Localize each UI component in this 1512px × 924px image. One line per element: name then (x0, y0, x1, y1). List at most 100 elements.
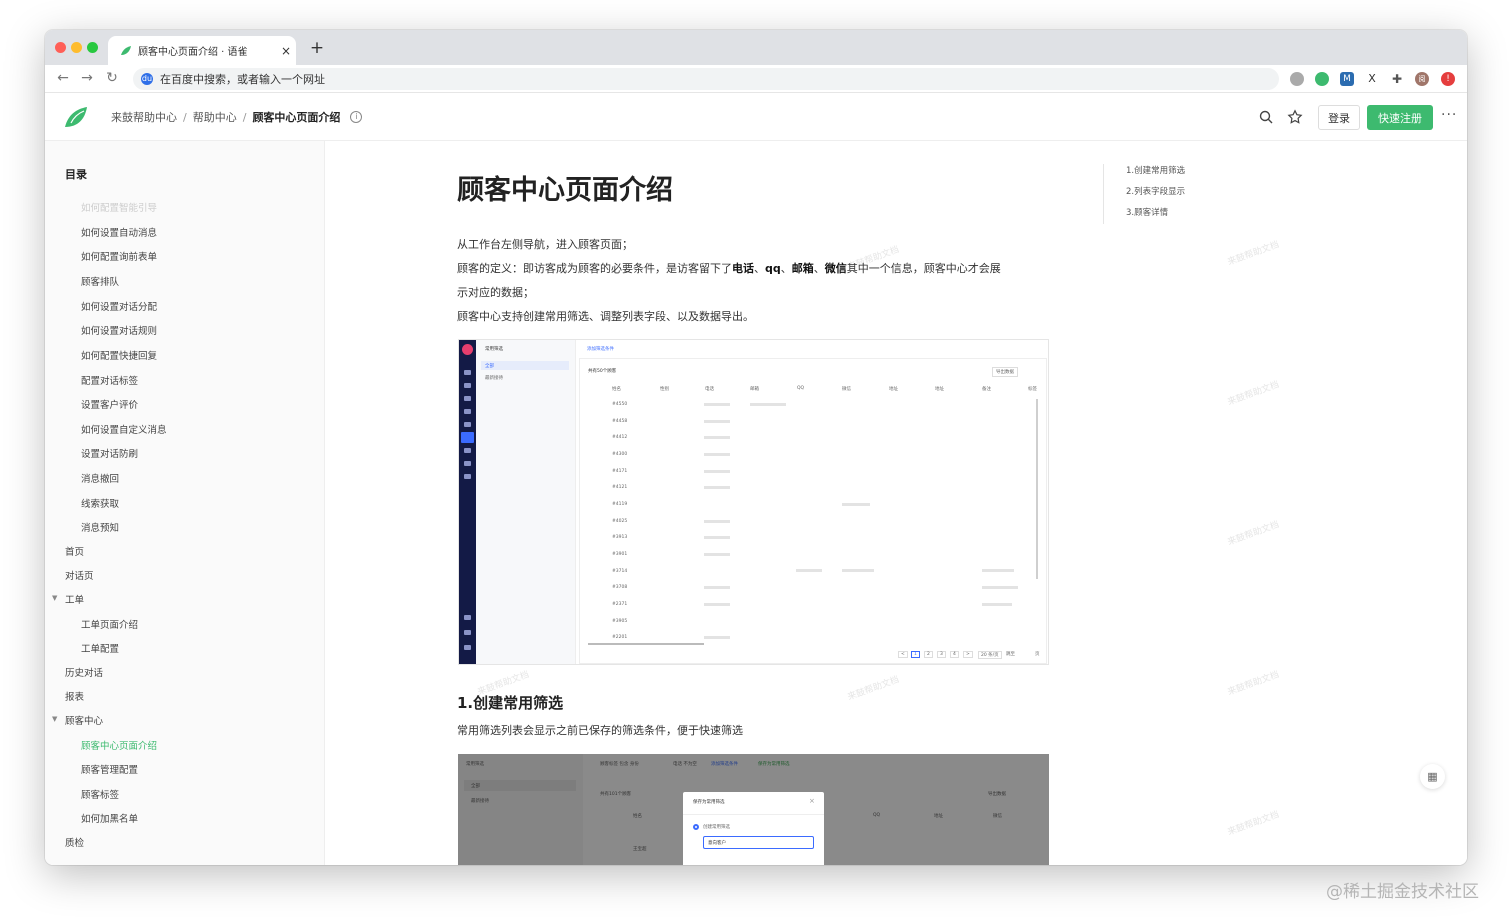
address-placeholder: 在百度中搜索，或者输入一个网址 (160, 73, 325, 86)
blurred-cell (704, 436, 730, 439)
search-icon[interactable] (1258, 109, 1274, 125)
rail-icon (464, 396, 471, 401)
watermark: 来鼓帮助文档 (1226, 809, 1281, 838)
watermark: 来鼓帮助文档 (846, 674, 901, 703)
caret-down-icon[interactable]: ▼ (52, 715, 57, 723)
outline-item[interactable]: 1.创建常用筛选 (1126, 164, 1185, 176)
page-size-select: 20 条/页 (978, 651, 1002, 659)
sidebar-item[interactable]: 质检 (65, 835, 84, 849)
sidebar-item[interactable]: 如何配置快捷回复 (81, 348, 157, 362)
rail-icon (464, 615, 471, 620)
sidebar-item[interactable]: 线索获取 (81, 496, 119, 510)
column-header: 地址 (934, 814, 943, 819)
sidebar-item[interactable]: 如何加黑名单 (81, 811, 138, 825)
panel-item: 最新接待 (471, 799, 489, 804)
blurred-cell (982, 603, 1012, 606)
blurred-cell (704, 403, 730, 406)
star-icon[interactable] (1287, 109, 1303, 125)
close-window-button[interactable] (55, 42, 66, 53)
sidebar-item[interactable]: 顾客排队 (81, 274, 119, 288)
row-id: #4025 (612, 519, 628, 524)
panel-selected-bg (464, 780, 576, 791)
sidebar-item-active[interactable]: 顾客中心页面介绍 (81, 738, 157, 752)
section-heading: 1.创建常用筛选 (457, 694, 564, 712)
sidebar-item[interactable]: 对话页 (65, 568, 94, 582)
reload-icon[interactable]: ↻ (104, 70, 120, 86)
rail-icon (464, 630, 471, 635)
sidebar-item[interactable]: 如何设置自动消息 (81, 225, 157, 239)
row-id: #4550 (612, 402, 628, 407)
sidebar-item[interactable]: 历史对话 (65, 665, 103, 679)
paragraph: 常用筛选列表会显示之前已保存的筛选条件，便于快速筛选 (457, 724, 743, 737)
new-tab-button[interactable]: + (307, 38, 327, 58)
save-filter-modal: 保存为常用筛选 × 创建常用筛选 意向客户 (683, 792, 824, 865)
outline-item[interactable]: 2.列表字段显示 (1126, 185, 1185, 197)
panel-title: 常用筛选 (485, 347, 503, 352)
sidebar-item[interactable]: 配置对话标签 (81, 373, 138, 387)
sidebar-item[interactable]: 工单页面介绍 (81, 617, 138, 631)
text: 顾客的定义：即访客成为顾客的必要条件，是访客留下了 (457, 262, 732, 275)
sidebar-item[interactable]: 如何设置自定义消息 (81, 422, 167, 436)
sidebar-item[interactable]: 如何设置对话规则 (81, 323, 157, 337)
qr-code-icon[interactable]: ▦ (1420, 764, 1445, 789)
tab-close-icon[interactable]: × (276, 44, 296, 58)
address-bar[interactable]: du 在百度中搜索，或者输入一个网址 (133, 68, 1279, 90)
paragraph: 顾客的定义：即访客成为顾客的必要条件，是访客留下了电话、qq、邮箱、微信其中一个… (457, 260, 1001, 276)
forward-icon[interactable]: → (79, 70, 95, 86)
blurred-cell (750, 403, 786, 406)
minimize-window-button[interactable] (71, 42, 82, 53)
extension-2-icon[interactable] (1315, 72, 1329, 86)
sidebar-item[interactable]: 顾客管理配置 (81, 762, 138, 776)
row-id: #4119 (612, 502, 628, 507)
rail-icon (464, 409, 471, 414)
browser-tab[interactable]: 顾客中心页面介绍 · 语雀 × (108, 36, 296, 65)
breadcrumb-item[interactable]: 来鼓帮助中心 (111, 109, 177, 125)
sidebar-item[interactable]: 消息预知 (81, 520, 119, 534)
panel-item: 全部 (471, 784, 480, 789)
row-id: #3714 (612, 569, 628, 574)
blurred-cell (704, 553, 730, 556)
extension-x-icon[interactable]: X (1365, 72, 1379, 86)
profile-avatar-icon[interactable]: 阅 (1415, 72, 1429, 86)
blurred-cell (704, 586, 730, 589)
caret-down-icon[interactable]: ▼ (52, 594, 57, 602)
register-button[interactable]: 快速注册 (1367, 105, 1433, 130)
back-icon[interactable]: ← (55, 70, 71, 86)
column-header: 邮箱 (750, 387, 759, 392)
customer-count: 共有50个顾客 (588, 369, 617, 374)
more-icon[interactable]: ··· (1441, 107, 1457, 123)
sidebar-item[interactable]: 如何设置对话分配 (81, 299, 157, 313)
sidebar-item[interactable]: 报表 (65, 689, 84, 703)
sidebar-item[interactable]: 设置对话防刷 (81, 446, 138, 460)
yuque-logo-icon[interactable] (62, 103, 90, 131)
extension-m-icon[interactable]: M (1340, 72, 1354, 86)
pagination-next: > (963, 651, 973, 658)
sidebar-item[interactable]: 顾客中心 (65, 713, 103, 727)
column-header: 微信 (842, 387, 851, 392)
sidebar-item[interactable]: 顾客标签 (81, 787, 119, 801)
sidebar-item[interactable]: 消息撤回 (81, 471, 119, 485)
row-id: #3905 (612, 619, 628, 624)
column-header: 姓名 (633, 814, 642, 819)
sidebar-item[interactable]: 工单 (65, 592, 84, 606)
sidebar-item[interactable]: 首页 (65, 544, 84, 558)
extension-1-icon[interactable] (1290, 72, 1304, 86)
blurred-cell (704, 603, 730, 606)
breadcrumb-item[interactable]: 帮助中心 (193, 109, 237, 125)
login-button[interactable]: 登录 (1318, 105, 1360, 130)
sidebar-item[interactable]: 设置客户评价 (81, 397, 138, 411)
sidebar-item[interactable]: 工单配置 (81, 641, 119, 655)
alert-icon[interactable]: ! (1441, 72, 1455, 86)
puzzle-icon[interactable]: ✚ (1390, 72, 1404, 86)
outline-item[interactable]: 3.顾客详情 (1126, 206, 1185, 218)
watermark: 来鼓帮助文档 (1226, 379, 1281, 408)
row-id: #3708 (612, 585, 628, 590)
sidebar-item[interactable]: 如何配置询前表单 (81, 249, 157, 263)
blurred-cell (704, 453, 730, 456)
maximize-window-button[interactable] (87, 42, 98, 53)
tab-title: 顾客中心页面介绍 · 语雀 (138, 47, 248, 58)
info-icon[interactable]: i (350, 111, 363, 123)
blurred-cell (704, 420, 730, 423)
sidebar-item[interactable]: 如何配置智能引导 (81, 200, 157, 214)
blurred-cell (704, 636, 730, 639)
